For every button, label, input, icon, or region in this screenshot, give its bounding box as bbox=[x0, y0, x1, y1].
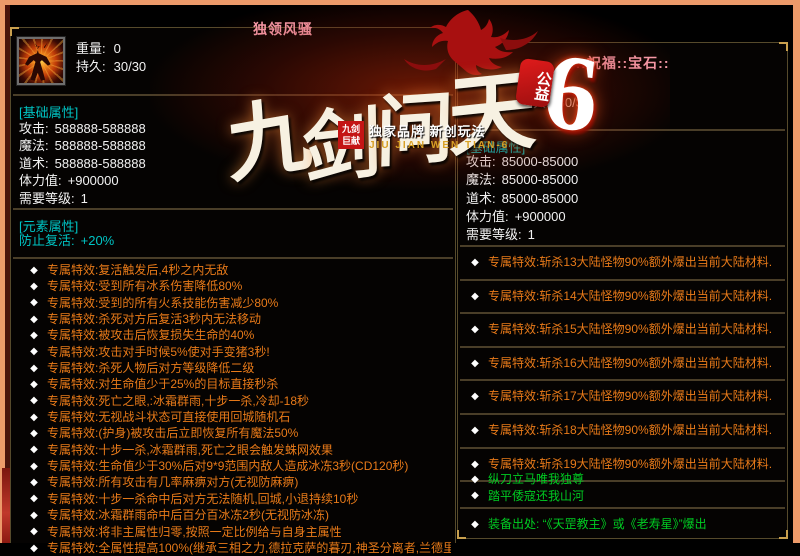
stat-row: 需要等级:1 bbox=[466, 226, 578, 244]
corner-bracket-icon bbox=[779, 530, 788, 539]
stat-row: 魔法:85000-85000 bbox=[466, 171, 578, 189]
durability-row: 持久:30/30 bbox=[520, 94, 590, 112]
demon-silhouette-icon bbox=[19, 39, 63, 83]
section-header-base: [基础属性] bbox=[19, 102, 78, 121]
diamond-bullet-icon: ◆ bbox=[27, 442, 41, 458]
effect-row: ◆专属特效:斩杀14大陆怪物90%额外爆出当前大陆材料. bbox=[460, 281, 785, 315]
item-tooltip-right: ::祝福::宝石:: 重量:0 持久:30/30 [基础属性] 攻击:85000… bbox=[457, 42, 788, 539]
diamond-bullet-icon: ◆ bbox=[468, 281, 482, 313]
divider bbox=[460, 129, 785, 131]
diamond-bullet-icon: ◆ bbox=[468, 381, 482, 413]
flavor-row: ◆纵刀立马唯我独尊 bbox=[460, 471, 584, 488]
effect-row: ◆专属特效:将非主属性归零,按照一定比例给与自身主属性 bbox=[19, 524, 451, 540]
corner-bracket-icon bbox=[457, 530, 466, 539]
diamond-bullet-icon: ◆ bbox=[468, 488, 482, 504]
flavor-row: ◆踏平倭寇还我山河 bbox=[460, 488, 584, 505]
divider bbox=[13, 257, 453, 259]
stat-row: 道术:588888-588888 bbox=[19, 155, 146, 172]
effect-row: ◆专属特效:斩杀15大陆怪物90%额外爆出当前大陆材料. bbox=[460, 314, 785, 348]
effect-row: ◆专属特效:全属性提高100%(继承三相之力,德拉克萨的暮刃,神圣分离者,兰德里 bbox=[19, 540, 451, 556]
effect-row: ◆专属特效:生命值少于30%后对9*9范围内敌人造成冰冻3秒(CD120秒) bbox=[19, 458, 451, 474]
item-title: ::祝福::宝石:: bbox=[576, 53, 670, 73]
red-edge-decoration bbox=[2, 468, 10, 543]
effect-row: ◆专属特效:复活触发后,4秒之内无敌 bbox=[19, 262, 451, 278]
diamond-bullet-icon: ◆ bbox=[27, 459, 41, 475]
drop-source-row: ◆装备出处: “《天罡教主》或《老寿星》”爆出 bbox=[460, 509, 785, 539]
diamond-bullet-icon: ◆ bbox=[27, 312, 41, 328]
effect-row: ◆专属特效:杀死对方后复活3秒内无法移动 bbox=[19, 311, 451, 327]
corner-bracket-icon bbox=[447, 27, 456, 36]
diamond-bullet-icon: ◆ bbox=[27, 279, 41, 295]
fire-demon-item-icon bbox=[17, 37, 65, 85]
effect-row: ◆专属特效:受到所有冰系伤害降低80% bbox=[19, 278, 451, 294]
diamond-bullet-icon: ◆ bbox=[27, 328, 41, 344]
item-title: 独领风骚 bbox=[253, 19, 313, 39]
stat-row: 体力值:+900000 bbox=[19, 172, 146, 189]
diamond-bullet-icon: ◆ bbox=[468, 247, 482, 279]
effect-row: ◆专属特效:(护身)被攻击后立即恢复所有魔法50% bbox=[19, 425, 451, 441]
diamond-bullet-icon: ◆ bbox=[27, 361, 41, 377]
stat-row: 攻击:85000-85000 bbox=[466, 153, 578, 171]
effect-row: ◆专属特效:无视战斗状态可直接使用回城随机石 bbox=[19, 409, 451, 425]
effect-row: ◆专属特效:死亡之眼,:冰霜群雨,十步一杀,冷却-18秒 bbox=[19, 393, 451, 409]
effect-row: ◆专属特效:斩杀16大陆怪物90%额外爆出当前大陆材料. bbox=[460, 348, 785, 382]
stat-row: 需要等级:1 bbox=[19, 190, 146, 207]
diamond-bullet-icon: ◆ bbox=[27, 508, 41, 524]
corner-bracket-icon bbox=[779, 42, 788, 51]
diamond-bullet-icon: ◆ bbox=[468, 348, 482, 380]
weight-row: 重量:0 bbox=[520, 76, 590, 94]
diamond-bullet-icon: ◆ bbox=[27, 344, 41, 360]
effect-row: ◆专属特效:被攻击后恢复损失生命的40% bbox=[19, 327, 451, 343]
diamond-bullet-icon: ◆ bbox=[27, 426, 41, 442]
effect-row: ◆专属特效:攻击对手时候5%使对手变猪3秒! bbox=[19, 344, 451, 360]
diamond-bullet-icon: ◆ bbox=[27, 524, 41, 540]
window-frame-top bbox=[0, 0, 800, 5]
diamond-bullet-icon: ◆ bbox=[27, 295, 41, 311]
base-stats: 攻击:85000-85000 魔法:85000-85000 道术:85000-8… bbox=[466, 153, 578, 244]
effect-row: ◆专属特效:所有攻击有几率麻痹对方(无视防麻痹) bbox=[19, 474, 451, 490]
base-stats: 攻击:588888-588888 魔法:588888-588888 道术:588… bbox=[19, 120, 146, 207]
effect-list: ◆专属特效:复活触发后,4秒之内无敌 ◆专属特效:受到所有冰系伤害降低80% ◆… bbox=[19, 262, 451, 556]
effect-row: ◆专属特效:受到的所有火系技能伤害减少80% bbox=[19, 295, 451, 311]
effect-row: ◆专属特效:斩杀18大陆怪物90%额外爆出当前大陆材料. bbox=[460, 415, 785, 449]
effect-row: ◆专属特效:冰霜群雨命中后百分百冰冻2秒(无视防冰冻) bbox=[19, 507, 451, 523]
effect-row: ◆专属特效:对生命值少于25%的目标直接秒杀 bbox=[19, 376, 451, 392]
durability-row: 持久:30/30 bbox=[76, 58, 146, 76]
effect-row: ◆专属特效:十步一杀,冰霜群雨,死亡之眼会触发蛛网效果 bbox=[19, 442, 451, 458]
corner-bracket-icon bbox=[457, 42, 466, 51]
diamond-bullet-icon: ◆ bbox=[27, 377, 41, 393]
frame-inner-strip bbox=[5, 5, 10, 543]
element-stats: 防止复活:+20% bbox=[19, 232, 114, 249]
diamond-bullet-icon: ◆ bbox=[27, 475, 41, 491]
effect-row: ◆专属特效:十步一杀命中后对方无法随机,回城,小退持续10秒 bbox=[19, 491, 451, 507]
stat-row: 防止复活:+20% bbox=[19, 232, 114, 249]
effect-list: ◆专属特效:斩杀13大陆怪物90%额外爆出当前大陆材料. ◆专属特效:斩杀14大… bbox=[460, 247, 785, 482]
diamond-bullet-icon: ◆ bbox=[27, 263, 41, 279]
stat-row: 体力值:+900000 bbox=[466, 208, 578, 226]
diamond-bullet-icon: ◆ bbox=[27, 393, 41, 409]
diamond-bullet-icon: ◆ bbox=[468, 510, 482, 540]
diamond-bullet-icon: ◆ bbox=[27, 410, 41, 426]
divider bbox=[13, 94, 453, 96]
divider bbox=[13, 208, 453, 210]
stat-row: 道术:85000-85000 bbox=[466, 190, 578, 208]
effect-row: ◆专属特效:斩杀17大陆怪物90%额外爆出当前大陆材料. bbox=[460, 381, 785, 415]
window-frame-right bbox=[793, 0, 800, 543]
weight-durability-block: 重量:0 持久:30/30 bbox=[76, 40, 146, 76]
diamond-bullet-icon: ◆ bbox=[468, 415, 482, 447]
diamond-bullet-icon: ◆ bbox=[468, 472, 482, 488]
window-frame-left bbox=[0, 0, 5, 543]
item-tooltip-left: 独领风骚 重量:0 持久:30/30 [基础属性] 攻击:588888-5888… bbox=[10, 27, 456, 543]
stat-row: 魔法:588888-588888 bbox=[19, 137, 146, 154]
effect-row: ◆专属特效:斩杀13大陆怪物90%额外爆出当前大陆材料. bbox=[460, 247, 785, 281]
diamond-bullet-icon: ◆ bbox=[468, 314, 482, 346]
corner-bracket-icon bbox=[10, 27, 19, 36]
diamond-bullet-icon: ◆ bbox=[27, 491, 41, 507]
weight-durability-block: 重量:0 持久:30/30 bbox=[520, 76, 590, 112]
weight-row: 重量:0 bbox=[76, 40, 146, 58]
flavor-lines: ◆纵刀立马唯我独尊 ◆踏平倭寇还我山河 bbox=[460, 471, 584, 504]
stat-row: 攻击:588888-588888 bbox=[19, 120, 146, 137]
effect-row: ◆专属特效:杀死人物后对方等级降低二级 bbox=[19, 360, 451, 376]
